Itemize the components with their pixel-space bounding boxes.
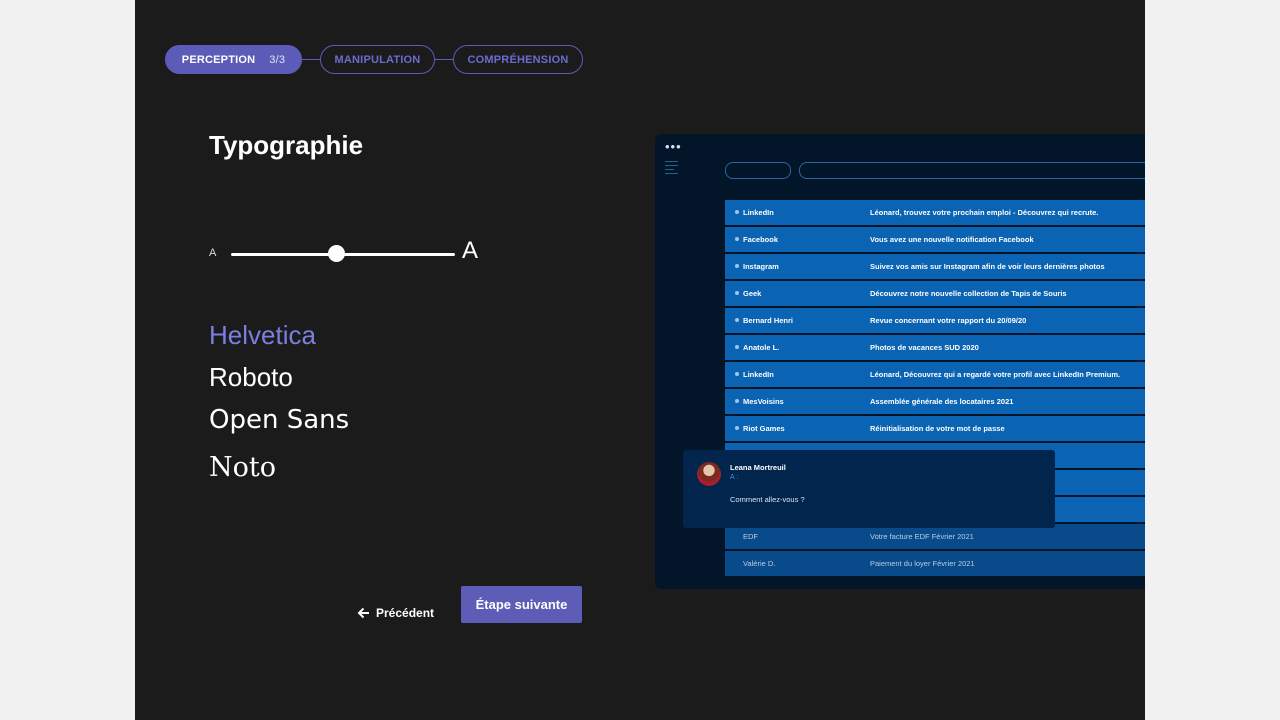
mail-sender: LinkedIn — [743, 370, 774, 379]
mail-compose-pill — [725, 162, 791, 179]
mail-row: Geek Découvrez notre nouvelle collection … — [725, 281, 1145, 306]
mail-sender: Valérie D. — [743, 559, 776, 568]
mail-row: Valérie D. Paiement du loyer Février 2021 — [725, 551, 1145, 576]
page-title: Typographie — [209, 130, 364, 160]
unread-dot-icon — [735, 399, 739, 403]
mail-subject: Paiement du loyer Février 2021 — [870, 559, 975, 568]
unread-dot-icon — [735, 291, 739, 295]
previous-button[interactable]: Précédent — [357, 606, 434, 620]
unread-dot-icon — [735, 210, 739, 214]
chat-sender-name: Leana Mortreuil — [730, 463, 786, 472]
window-dots-icon: ••• — [665, 139, 682, 154]
mail-row: Riot Games Réinitialisation de votre mot … — [725, 416, 1145, 441]
font-option-open-sans[interactable]: Open Sans — [209, 405, 349, 435]
mail-row: Facebook Vous avez une nouvelle notificat… — [725, 227, 1145, 252]
mail-subject: Léonard, Découvrez qui a regardé votre p… — [870, 370, 1121, 379]
font-size-min-label: A — [209, 247, 217, 259]
unread-dot-icon — [735, 318, 739, 322]
unread-dot-icon — [735, 345, 739, 349]
step-manipulation-label: MANIPULATION — [334, 53, 421, 66]
unread-dot-icon — [735, 264, 739, 268]
mail-sender: LinkedIn — [743, 208, 774, 217]
arrow-left-icon — [357, 607, 369, 619]
mail-row: LinkedIn Léonard, trouvez votre prochain … — [725, 200, 1145, 225]
mail-search-bar — [799, 162, 1145, 179]
step-perception-count: 3/3 — [269, 53, 286, 66]
mail-subject: Réinitialisation de votre mot de passe — [870, 424, 1005, 433]
tutorial-stage: PERCEPTION 3/3 MANIPULATION COMPRÉHENSIO… — [135, 0, 1145, 720]
step-connector — [435, 59, 453, 60]
mail-subject: Votre facture EDF Février 2021 — [870, 532, 974, 541]
font-option-noto[interactable]: Noto — [209, 452, 276, 483]
mail-subject: Léonard, trouvez votre prochain emploi -… — [870, 208, 1099, 217]
step-perception[interactable]: PERCEPTION 3/3 — [165, 45, 302, 74]
mail-sender: EDF — [743, 532, 758, 541]
mail-sender: Geek — [743, 289, 762, 298]
previous-button-label: Précédent — [376, 606, 435, 620]
mail-subject: Suivez vos amis sur Instagram afin de vo… — [870, 262, 1105, 271]
menu-icon — [665, 161, 678, 177]
font-option-helvetica[interactable]: Helvetica — [209, 320, 316, 351]
chat-message: Comment allez-vous ? — [730, 495, 805, 504]
mail-sender: Bernard Henri — [743, 316, 794, 325]
mail-subject: Revue concernant votre rapport du 20/09/… — [870, 316, 1027, 325]
font-size-slider-thumb[interactable] — [328, 245, 345, 262]
mail-subject: Assemblée générale des locataires 2021 — [870, 397, 1014, 406]
unread-dot-icon — [735, 237, 739, 241]
mail-row: LinkedIn Léonard, Découvrez qui a regardé… — [725, 362, 1145, 387]
mail-sender: Anatole L. — [743, 343, 780, 352]
mail-subject: Vous avez une nouvelle notification Face… — [870, 235, 1034, 244]
step-comprehension[interactable]: COMPRÉHENSION — [453, 45, 583, 74]
unread-dot-icon — [735, 372, 739, 376]
step-comprehension-label: COMPRÉHENSION — [467, 53, 569, 66]
avatar — [697, 462, 721, 486]
mail-sender: MesVoisins — [743, 397, 784, 406]
step-perception-label: PERCEPTION — [181, 53, 256, 66]
chat-popup: Leana Mortreuil A : Comment allez-vous ? — [683, 450, 1055, 528]
mail-row: Bernard Henri Revue concernant votre rapp… — [725, 308, 1145, 333]
unread-dot-icon — [735, 426, 739, 430]
mail-sender: Riot Games — [743, 424, 785, 433]
chat-recipient-label: A : — [730, 474, 739, 481]
mail-row: Anatole L. Photos de vacances SUD 2020 — [725, 335, 1145, 360]
step-connector — [302, 59, 320, 60]
mail-row: MesVoisins Assemblée générale des locatai… — [725, 389, 1145, 414]
step-manipulation[interactable]: MANIPULATION — [320, 45, 435, 74]
font-option-roboto[interactable]: Roboto — [209, 362, 293, 393]
mail-sender: Instagram — [743, 262, 779, 271]
mail-subject: Découvrez notre nouvelle collection de T… — [870, 289, 1067, 298]
next-step-button[interactable]: Étape suivante — [461, 586, 582, 623]
font-size-max-label: A — [462, 237, 479, 264]
mail-sender: Facebook — [743, 235, 779, 244]
mail-subject: Photos de vacances SUD 2020 — [870, 343, 979, 352]
mail-row: Instagram Suivez vos amis sur Instagram a… — [725, 254, 1145, 279]
